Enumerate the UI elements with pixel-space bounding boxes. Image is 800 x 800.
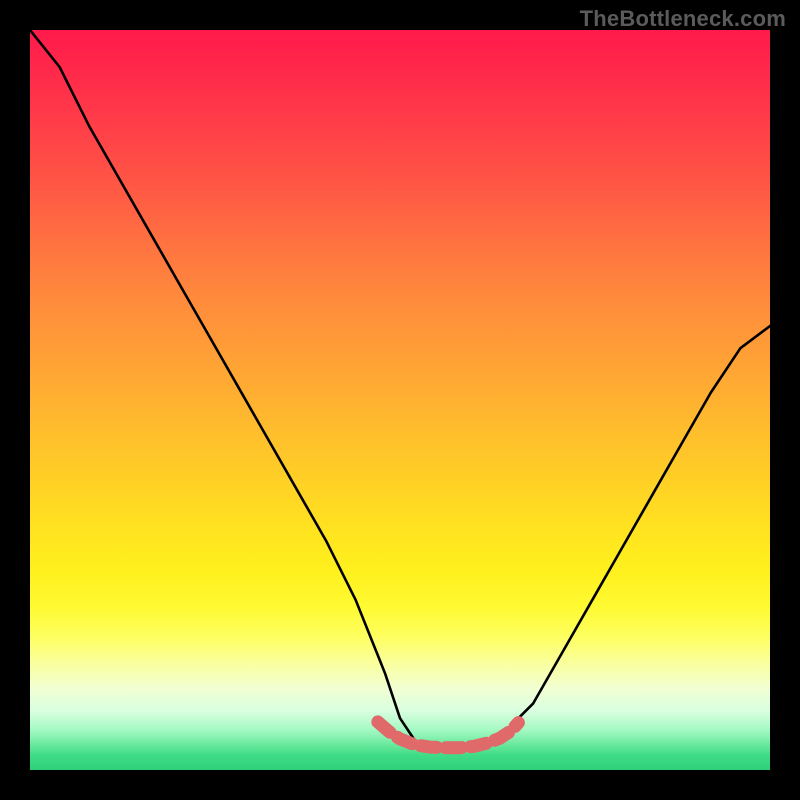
plot-area: [30, 30, 770, 770]
chart-container: TheBottleneck.com: [0, 0, 800, 800]
bottleneck-curve: [30, 30, 770, 748]
flat-zone-markers: [378, 722, 519, 748]
watermark-label: TheBottleneck.com: [580, 6, 786, 32]
chart-svg: [30, 30, 770, 770]
